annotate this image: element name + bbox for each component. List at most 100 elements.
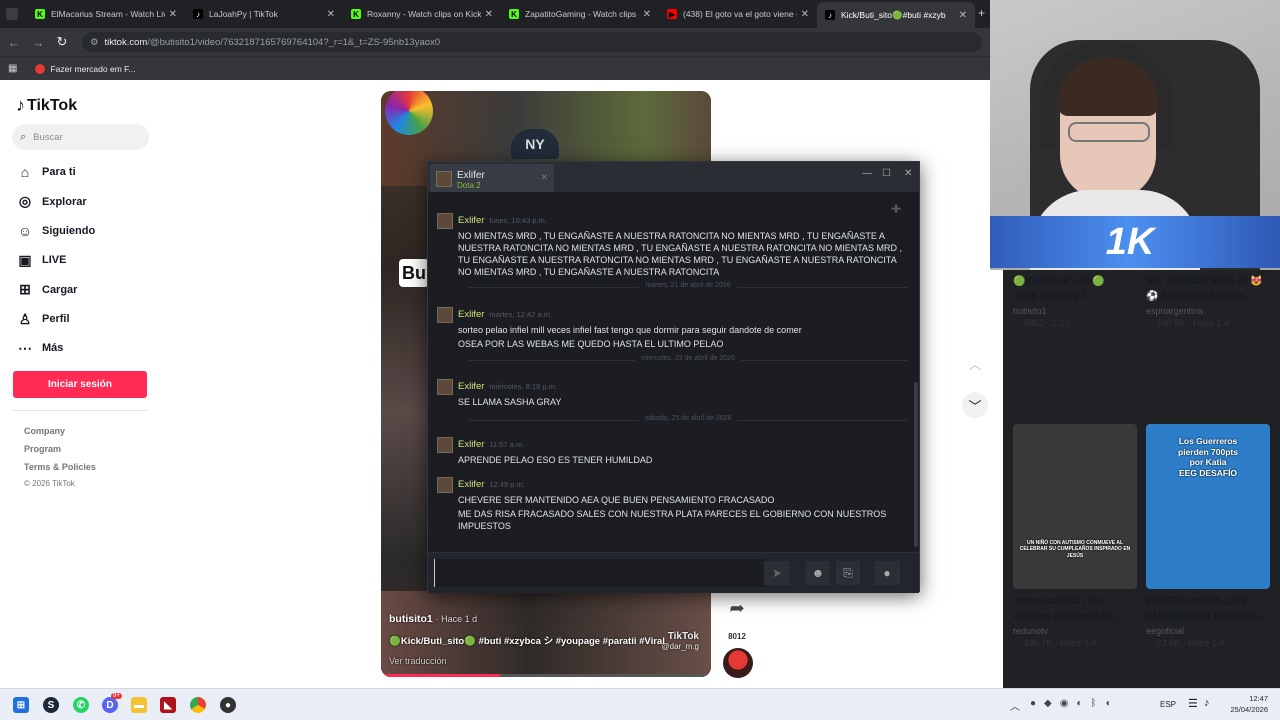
close-tab-icon[interactable]: ✕	[959, 10, 967, 21]
browser-tab[interactable]: K ZapatitoGaming - Watch clips o ✕	[501, 4, 659, 24]
chat-titlebar[interactable]: Exlifer Dota 2 ✕ — ☐ ✕	[428, 162, 919, 192]
sender-name[interactable]: Exlifer	[458, 381, 484, 392]
new-tab-icon[interactable]: +	[978, 6, 985, 20]
recommended-video-card[interactable]: UN NIÑO CON AUTISMO CONMUEVE AL CELEBRAR…	[1013, 424, 1137, 649]
nav-item-más[interactable]: ⋯ Más	[16, 340, 63, 357]
more-options-icon[interactable]: ⋮	[1260, 275, 1270, 286]
file-explorer-icon[interactable]: ▬	[131, 697, 147, 713]
tiktok-logo[interactable]: ♪ TikTok	[16, 95, 77, 116]
steam-taskbar-icon[interactable]: S	[43, 697, 59, 713]
obs-icon[interactable]: ●	[220, 697, 236, 713]
tab-search-icon[interactable]	[6, 8, 18, 20]
nav-item-live[interactable]: ▣ LIVE	[16, 252, 66, 269]
sender-name[interactable]: Exlifer	[458, 439, 484, 450]
sender-avatar[interactable]	[437, 477, 453, 493]
tray-icons: ● ◆ ◉ ◐ ᛒ ◖	[1030, 698, 1150, 712]
login-button[interactable]: Iniciar sesión	[13, 371, 147, 398]
card-author[interactable]: eegoficial	[1146, 626, 1270, 636]
sender-avatar[interactable]	[437, 437, 453, 453]
tray-mic-icon[interactable]: ◖	[1105, 698, 1111, 712]
back-icon[interactable]: ←	[4, 35, 24, 50]
start-icon[interactable]: ⊞	[13, 697, 29, 713]
video-thumbnail[interactable]: Los Guerreros pierden 700pts por Katia EEG …	[1146, 424, 1270, 589]
chat-input[interactable]	[434, 559, 766, 587]
nav-item-para-ti[interactable]: ⌂ Para ti	[16, 164, 76, 180]
chat-tab[interactable]: Exlifer Dota 2 ✕	[430, 164, 554, 192]
forward-icon[interactable]: →	[28, 35, 48, 50]
footer-link-program[interactable]: Program	[24, 444, 61, 454]
sender-avatar[interactable]	[437, 307, 453, 323]
nav-item-siguiendo[interactable]: ☺ Siguiendo	[16, 223, 95, 239]
card-author[interactable]: butisito1	[1013, 306, 1137, 316]
more-options-icon[interactable]: ⋮	[1127, 596, 1137, 607]
footer-link-company[interactable]: Company	[24, 426, 65, 436]
sender-name[interactable]: Exlifer	[458, 215, 484, 226]
footer-link-terms[interactable]: Terms & Policies	[24, 462, 96, 472]
bookmark-item[interactable]: Fazer mercado em F...	[50, 64, 135, 74]
card-author[interactable]: redunotv	[1013, 626, 1137, 636]
browser-tab[interactable]: K ElMacarius Stream - Watch Live ✕	[27, 4, 185, 24]
browser-tab[interactable]: K Roxanny - Watch clips on Kick ✕	[343, 4, 501, 24]
nav-item-explorar[interactable]: ◎ Explorar	[16, 193, 87, 210]
sender-name[interactable]: Exlifer	[458, 309, 484, 320]
card-author[interactable]: espnargentina	[1146, 306, 1270, 316]
tray-app-icon[interactable]: ●	[1030, 698, 1036, 712]
bluetooth-icon[interactable]: ᛒ	[1091, 698, 1097, 712]
attach-icon[interactable]: ⎘	[836, 561, 860, 585]
steam-chat-window[interactable]: Exlifer Dota 2 ✕ — ☐ ✕ ✚ Exlifer lunes, 1…	[427, 161, 920, 593]
dota-icon[interactable]: ◣	[160, 697, 176, 713]
translate-link[interactable]: Ver traducción	[389, 656, 447, 666]
browser-tab[interactable]: ♪ Kick/Buti_sito🟢#buti #xzyb ✕	[817, 2, 975, 28]
close-tab-icon[interactable]: ✕	[643, 9, 651, 20]
reload-icon[interactable]: ↻	[52, 34, 72, 50]
video-progress[interactable]	[381, 674, 711, 677]
recommended-video-card[interactable]: Los Guerreros pierden 700pts por Katia EEG …	[1146, 424, 1270, 649]
language-indicator[interactable]: ESP	[1160, 700, 1176, 709]
apps-grid-icon[interactable]: ▦	[8, 63, 17, 74]
tray-steam-icon[interactable]: ◉	[1060, 698, 1069, 712]
site-info-icon[interactable]: ⚙	[90, 37, 99, 48]
maximize-icon[interactable]: ☐	[882, 168, 891, 179]
close-tab-icon[interactable]: ✕	[801, 9, 809, 20]
tray-discord-icon[interactable]: ◐	[1076, 698, 1082, 712]
more-options-icon[interactable]: ⋮	[1127, 275, 1137, 286]
share-icon[interactable]: ➦	[722, 598, 752, 619]
close-tab-icon[interactable]: ✕	[169, 9, 177, 20]
sender-avatar[interactable]	[437, 213, 453, 229]
chrome-icon[interactable]	[190, 697, 206, 713]
address-bar[interactable]: ⚙ tiktok.com /@butisito1/video/763218716…	[82, 32, 982, 52]
close-tab-icon[interactable]: ✕	[540, 172, 548, 183]
wifi-icon[interactable]: ☰	[1188, 697, 1198, 710]
video-thumbnail[interactable]: UN NIÑO CON AUTISMO CONMUEVE AL CELEBRAR…	[1013, 424, 1137, 589]
chevron-up-icon: ︿	[968, 356, 982, 372]
chat-scrollbar[interactable]	[914, 382, 918, 547]
whatsapp-icon[interactable]: ✆	[73, 697, 89, 713]
previous-video-button[interactable]: ︿	[962, 350, 988, 376]
browser-tab[interactable]: ▶ (438) El goto va el goto viene - ✕	[659, 4, 817, 24]
nav-item-perfil[interactable]: ♙ Perfil	[16, 311, 70, 328]
emoji-icon[interactable]: ☻	[806, 561, 830, 585]
sender-name[interactable]: Exlifer	[458, 479, 484, 490]
author-avatar[interactable]	[723, 648, 753, 678]
browser-tab[interactable]: ♪ LaJoahPy | TikTok ✕	[185, 4, 343, 24]
close-tab-icon[interactable]: ✕	[327, 9, 335, 20]
close-tab-icon[interactable]: ✕	[485, 9, 493, 20]
nav-item-cargar[interactable]: ⊞ Cargar	[16, 281, 77, 298]
close-window-icon[interactable]: ✕	[904, 168, 912, 179]
video-author[interactable]: butisito1	[389, 613, 433, 625]
search-input[interactable]: ⌕ Buscar	[12, 124, 149, 150]
tray-shield-icon[interactable]: ◆	[1044, 698, 1052, 712]
more-options-icon[interactable]: ⋮	[1260, 596, 1270, 607]
card-title-line1: #Internacional I Un	[1013, 596, 1103, 607]
discord-icon[interactable]: D	[102, 697, 118, 713]
tray-chevron-icon[interactable]: ︿	[1010, 698, 1020, 713]
sender-avatar[interactable]	[437, 379, 453, 395]
volume-icon[interactable]: ♪	[1204, 697, 1210, 709]
send-icon[interactable]: ➤	[764, 561, 790, 585]
next-video-button[interactable]: ﹀	[962, 392, 988, 418]
minimize-icon[interactable]: —	[862, 168, 872, 179]
clock[interactable]: 12:47 25/04/2026	[1222, 693, 1268, 715]
voice-icon[interactable]: ●	[874, 561, 900, 585]
message-line: CHEVERE SER MANTENIDO AEA QUE BUEN PENSA…	[458, 495, 775, 505]
add-friend-icon[interactable]: ✚	[891, 202, 901, 216]
